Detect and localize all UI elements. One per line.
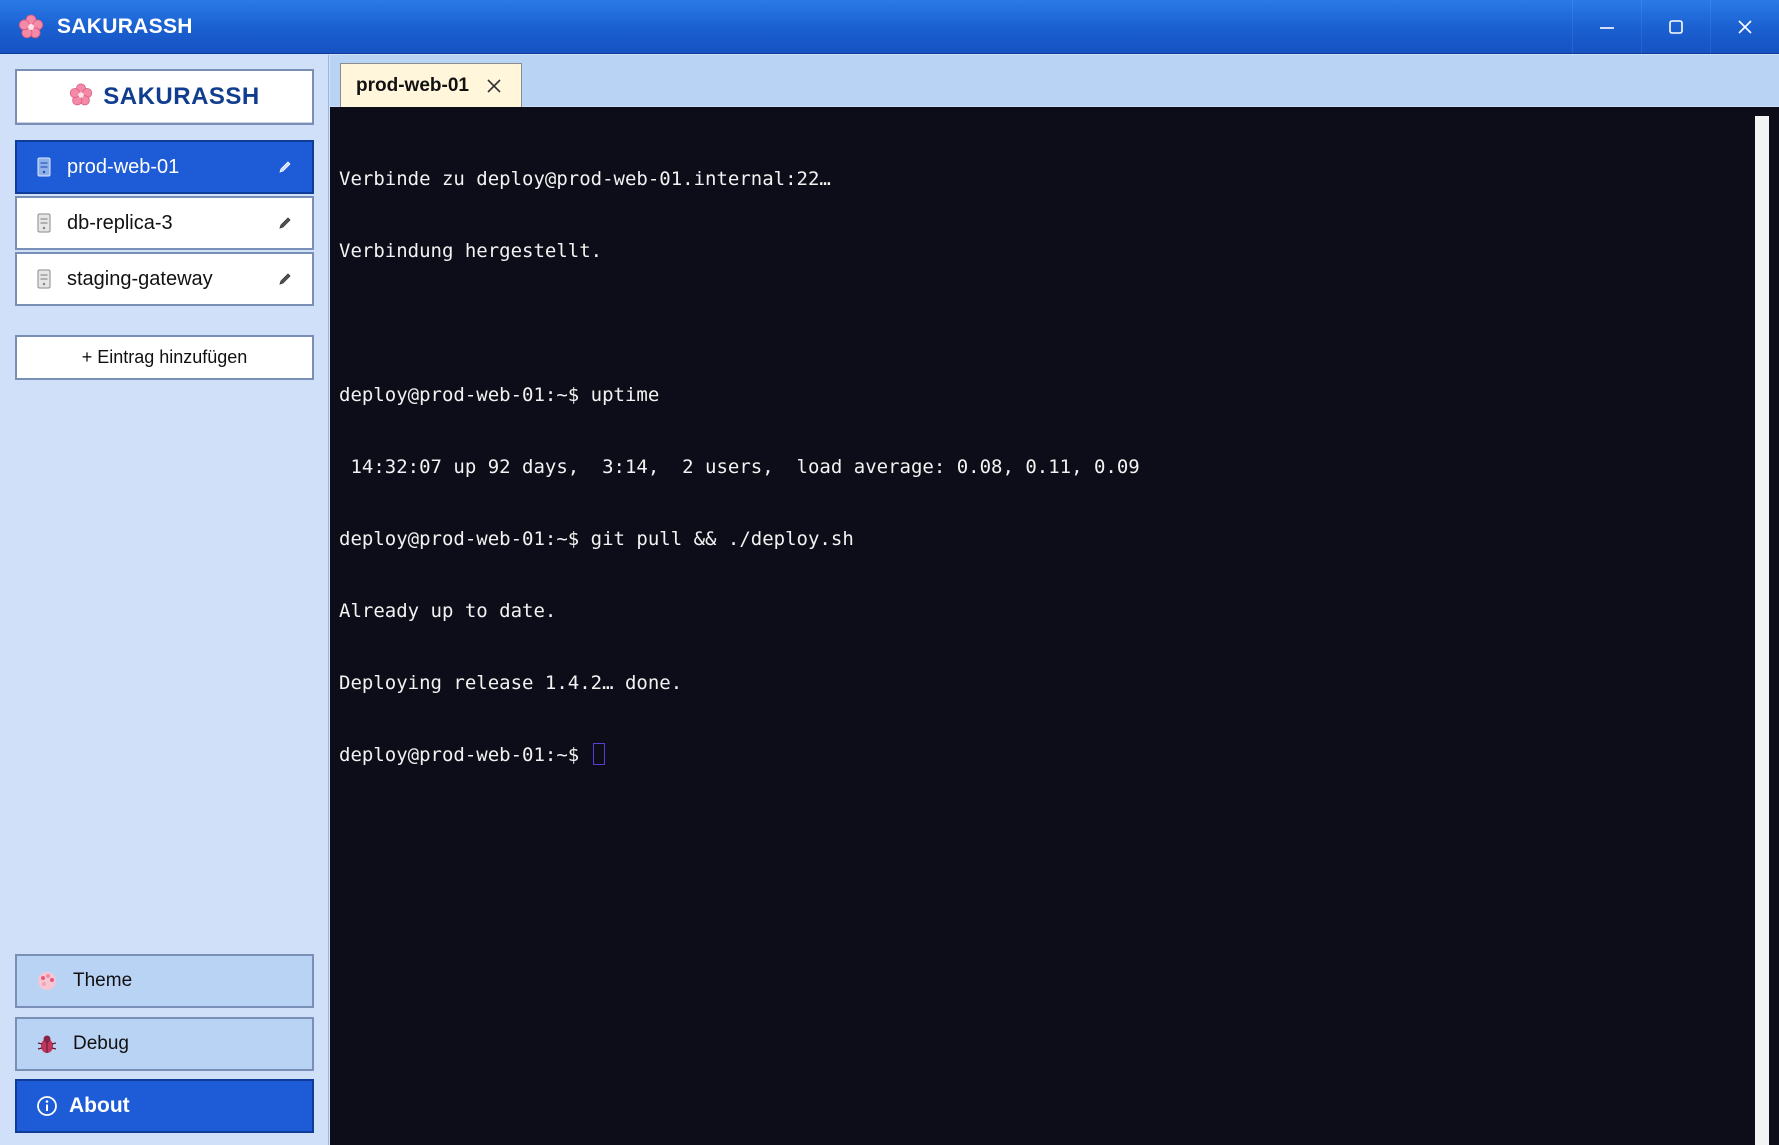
terminal-line: 14:32:07 up 92 days, 3:14, 2 users, load… — [339, 456, 1140, 478]
info-icon — [35, 1094, 59, 1118]
about-label: About — [69, 1094, 130, 1117]
terminal-prompt: deploy@prod-web-01:~$ — [339, 744, 591, 766]
minimize-icon — [1600, 27, 1614, 29]
sidebar: SAKURASSH prod-web-01 db-replica-3 stagi… — [0, 55, 329, 1145]
bug-icon — [35, 1032, 59, 1056]
palette-icon — [35, 969, 59, 993]
terminal-line: Deploying release 1.4.2… done. — [339, 672, 683, 694]
minimize-button[interactable] — [1572, 0, 1641, 54]
edit-pencil-icon[interactable] — [274, 156, 296, 178]
host-label: staging-gateway — [67, 267, 213, 290]
terminal-line: deploy@prod-web-01:~$ git pull && ./depl… — [339, 528, 854, 550]
terminal-line: Verbinde zu deploy@prod-web-01.internal:… — [339, 168, 831, 190]
tab-label: prod-web-01 — [356, 74, 469, 96]
tab-close-icon[interactable] — [483, 75, 505, 97]
edit-pencil-icon[interactable] — [274, 212, 296, 234]
close-window-button[interactable] — [1710, 0, 1779, 54]
server-icon — [35, 212, 53, 234]
sakura-flower-icon — [17, 13, 45, 41]
brand-title: SAKURASSH — [103, 83, 260, 110]
tab-strip: prod-web-01 — [330, 55, 1779, 107]
title-bar: SAKURASSH — [0, 0, 1779, 54]
terminal-scrollbar[interactable] — [1755, 116, 1769, 1145]
maximize-icon — [1669, 20, 1683, 34]
window-controls — [1572, 0, 1779, 54]
host-label: db-replica-3 — [67, 211, 173, 234]
add-entry-button[interactable]: + Eintrag hinzufügen — [15, 335, 314, 380]
sidebar-host-prod-web-01[interactable]: prod-web-01 — [15, 140, 314, 194]
theme-label: Theme — [73, 970, 133, 991]
sidebar-host-db-replica-3[interactable]: db-replica-3 — [15, 196, 314, 250]
window-title: SAKURASSH — [57, 14, 193, 38]
about-button[interactable]: About — [15, 1079, 314, 1133]
sidebar-host-staging-gateway[interactable]: staging-gateway — [15, 252, 314, 306]
debug-button[interactable]: Debug — [15, 1017, 314, 1071]
terminal-line: Verbindung hergestellt. — [339, 240, 603, 262]
maximize-button[interactable] — [1641, 0, 1710, 54]
main-area: prod-web-01 Verbinde zu deploy@prod-web-… — [330, 55, 1779, 1145]
brand-header: SAKURASSH — [15, 69, 314, 125]
theme-button[interactable]: Theme — [15, 954, 314, 1008]
edit-pencil-icon[interactable] — [274, 268, 296, 290]
terminal-line: Already up to date. — [339, 600, 557, 622]
terminal-view[interactable]: Verbinde zu deploy@prod-web-01.internal:… — [330, 107, 1779, 1145]
terminal-cursor — [592, 743, 605, 765]
close-icon — [1738, 20, 1752, 34]
host-label: prod-web-01 — [67, 155, 180, 178]
terminal-output: Verbinde zu deploy@prod-web-01.internal:… — [339, 119, 1739, 815]
sakura-flower-icon — [69, 83, 93, 112]
tab-prod-web-01[interactable]: prod-web-01 — [340, 63, 522, 107]
server-icon — [35, 268, 53, 290]
terminal-line: deploy@prod-web-01:~$ uptime — [339, 384, 660, 406]
terminal-prompt-line: deploy@prod-web-01:~$ — [339, 743, 1739, 767]
debug-label: Debug — [73, 1033, 129, 1054]
server-icon — [35, 156, 53, 178]
